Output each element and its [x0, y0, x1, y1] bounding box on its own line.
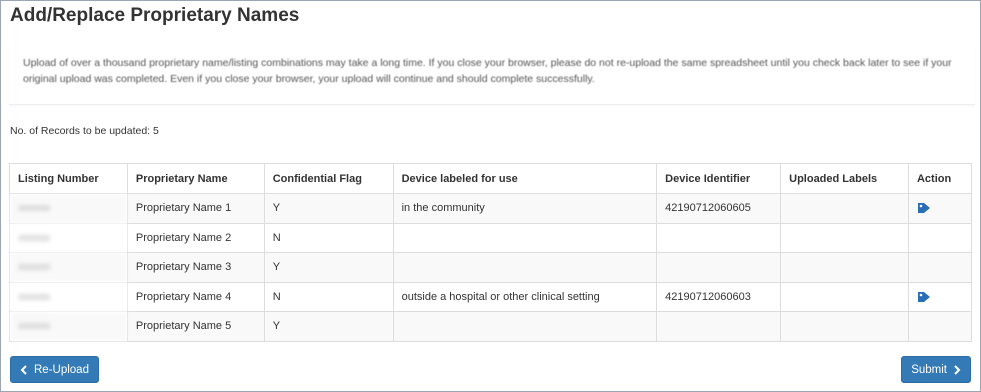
cell-listing-number: xxxxxxx: [9, 281, 128, 312]
proprietary-names-table: Listing Number Proprietary Name Confiden…: [9, 163, 973, 342]
cell-uploaded-labels: [780, 222, 909, 253]
chevron-right-icon: [954, 364, 961, 375]
upload-notice: Upload of over a thousand proprietary na…: [9, 43, 975, 105]
cell-device-identifier: [656, 311, 782, 342]
page-title: Add/Replace Proprietary Names: [10, 5, 300, 26]
cell-device-labeled-for-use: outside a hospital or other clinical set…: [392, 281, 658, 312]
col-confidential-flag: Confidential Flag: [263, 163, 394, 194]
cell-device-identifier: [656, 252, 782, 283]
upload-notice-text: Upload of over a thousand proprietary na…: [23, 57, 952, 85]
cell-action: [907, 252, 973, 283]
cell-confidential-flag: Y: [263, 193, 394, 224]
submit-button[interactable]: Submit: [901, 356, 971, 383]
col-device-labeled-for-use: Device labeled for use: [392, 163, 658, 194]
cell-device-labeled-for-use: [392, 222, 658, 253]
cell-device-identifier: [656, 222, 782, 253]
cell-confidential-flag: Y: [263, 252, 394, 283]
cell-proprietary-name: Proprietary Name 1: [126, 193, 265, 224]
cell-device-identifier: 42190712060605: [656, 193, 782, 224]
submit-label: Submit: [911, 363, 947, 376]
cell-proprietary-name: Proprietary Name 5: [126, 311, 265, 342]
cell-proprietary-name: Proprietary Name 2: [126, 222, 265, 253]
cell-action: [907, 281, 973, 312]
tag-icon[interactable]: [917, 291, 931, 303]
page-frame: Add/Replace Proprietary Names Upload of …: [0, 0, 981, 392]
table-row: xxxxxxx Proprietary Name 1 Yin the communi…: [9, 193, 973, 224]
table-row: xxxxxxx Proprietary Name 2N: [9, 222, 973, 253]
cell-confidential-flag: N: [263, 222, 394, 253]
cell-action: [907, 311, 973, 342]
cell-device-labeled-for-use: in the community: [392, 193, 658, 224]
cell-proprietary-name: Proprietary Name 3: [126, 252, 265, 283]
table-row: xxxxxxx Proprietary Name 3Y: [9, 252, 973, 283]
re-upload-button[interactable]: Re-Upload: [10, 356, 99, 383]
cell-uploaded-labels: [780, 281, 909, 312]
chevron-left-icon: [20, 364, 27, 375]
cell-uploaded-labels: [780, 311, 909, 342]
col-action: Action: [907, 163, 973, 194]
cell-action: [907, 193, 973, 224]
records-count: No. of Records to be updated: 5: [10, 125, 159, 137]
cell-confidential-flag: N: [263, 281, 394, 312]
records-count-value: 5: [153, 125, 159, 137]
cell-device-labeled-for-use: [392, 252, 658, 283]
table-row: xxxxxxx Proprietary Name 5Y: [9, 311, 973, 342]
table-header-row: Listing Number Proprietary Name Confiden…: [9, 163, 973, 194]
re-upload-label: Re-Upload: [34, 363, 89, 376]
cell-confidential-flag: Y: [263, 311, 394, 342]
records-count-label: No. of Records to be updated:: [10, 125, 151, 137]
cell-uploaded-labels: [780, 252, 909, 283]
table-row: xxxxxxx Proprietary Name 4 Noutside a hosp…: [9, 281, 973, 312]
col-proprietary-name: Proprietary Name: [126, 163, 265, 194]
cell-device-labeled-for-use: [392, 311, 658, 342]
cell-action: [907, 222, 973, 253]
cell-listing-number: xxxxxxx: [9, 222, 128, 253]
cell-listing-number: xxxxxxx: [9, 311, 128, 342]
cell-uploaded-labels: [780, 193, 909, 224]
cell-listing-number: xxxxxxx: [9, 193, 128, 224]
tag-icon[interactable]: [917, 202, 931, 214]
cell-proprietary-name: Proprietary Name 4: [126, 281, 265, 312]
col-device-identifier: Device Identifier: [656, 163, 782, 194]
cell-listing-number: xxxxxxx: [9, 252, 128, 283]
col-listing-number: Listing Number: [9, 163, 128, 194]
cell-device-identifier: 42190712060603: [656, 281, 782, 312]
col-uploaded-labels: Uploaded Labels: [780, 163, 909, 194]
